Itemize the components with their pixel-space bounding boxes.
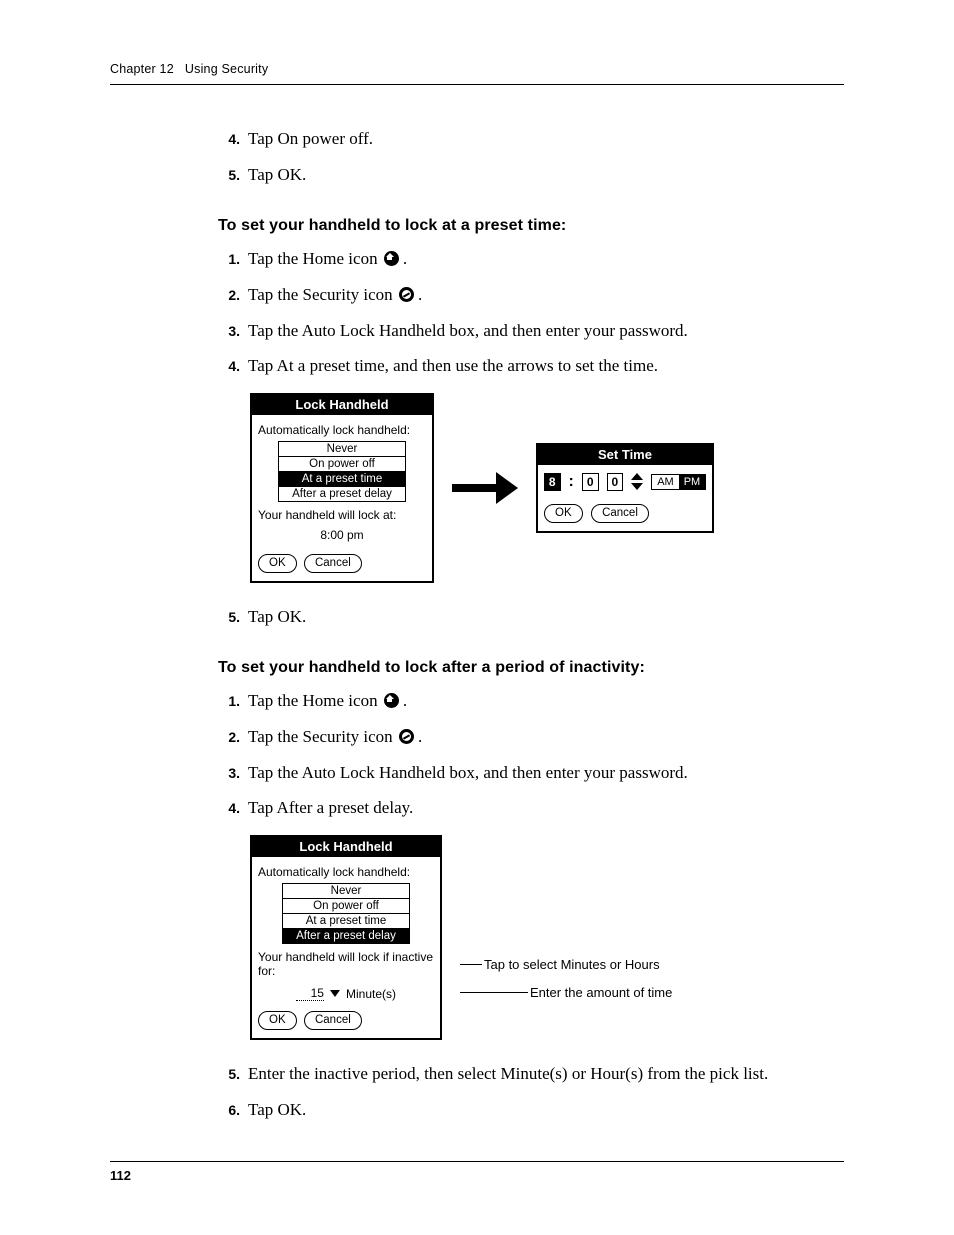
chevron-up-icon[interactable] [631, 473, 643, 480]
callout-text: Tap to select Minutes or Hours [482, 957, 660, 972]
option-preset-delay[interactable]: After a preset delay [283, 929, 409, 943]
step-number: 5. [218, 163, 240, 188]
step-item: 2. Tap the Security icon . [218, 725, 844, 750]
step-item: 3. Tap the Auto Lock Handheld box, and t… [218, 761, 844, 786]
chevron-down-icon[interactable] [330, 990, 340, 997]
step-item: 1. Tap the Home icon . [218, 689, 844, 714]
arrow-icon [452, 472, 518, 504]
section-heading: To set your handheld to lock at a preset… [218, 217, 844, 235]
chevron-down-icon[interactable] [631, 483, 643, 490]
cancel-button[interactable]: Cancel [591, 504, 649, 523]
minute-tens-field[interactable]: 0 [582, 473, 599, 491]
home-icon [384, 251, 399, 266]
ok-button[interactable]: OK [544, 504, 583, 523]
page-number: 112 [110, 1161, 844, 1183]
lock-at-label: Your handheld will lock at: [258, 508, 426, 522]
panel-label: Automatically lock handheld: [258, 865, 434, 879]
running-header: Chapter 12 Using Security [110, 62, 844, 85]
step-number: 4. [218, 354, 240, 379]
step-item: 3. Tap the Auto Lock Handheld box, and t… [218, 319, 844, 344]
step-item: 5. Tap OK. [218, 163, 844, 188]
panel-title: Lock Handheld [252, 837, 440, 857]
step-text: Enter the inactive period, then select M… [248, 1062, 844, 1087]
section-heading: To set your handheld to lock after a per… [218, 659, 844, 677]
step-text: Tap At a preset time, and then use the a… [248, 354, 844, 379]
option-poweroff[interactable]: On power off [279, 457, 405, 472]
step-item: 4. Tap After a preset delay. [218, 796, 844, 821]
option-poweroff[interactable]: On power off [283, 899, 409, 914]
pm-option[interactable]: PM [679, 475, 706, 489]
chapter-label: Chapter 12 [110, 62, 174, 76]
step-item: 4. Tap On power off. [218, 127, 844, 152]
callout-leader [460, 964, 482, 965]
ok-button[interactable]: OK [258, 1011, 297, 1030]
step-item: 5. Enter the inactive period, then selec… [218, 1062, 844, 1087]
step-number: 2. [218, 283, 240, 308]
ok-button[interactable]: OK [258, 554, 297, 573]
inactive-label: Your handheld will lock if inactive for: [258, 950, 434, 978]
step-text: Tap After a preset delay. [248, 796, 844, 821]
step-text: Tap the Home icon . [248, 689, 844, 714]
step-item: 4. Tap At a preset time, and then use th… [218, 354, 844, 379]
cancel-button[interactable]: Cancel [304, 554, 362, 573]
callout-leader [460, 992, 528, 993]
security-icon [399, 287, 414, 302]
delay-unit-picker[interactable]: Minute(s) [346, 987, 396, 1001]
step-number: 3. [218, 761, 240, 786]
option-never[interactable]: Never [283, 884, 409, 899]
step-text: Tap On power off. [248, 127, 844, 152]
step-number: 1. [218, 689, 240, 714]
step-number: 4. [218, 796, 240, 821]
step-text: Tap the Auto Lock Handheld box, and then… [248, 761, 844, 786]
callout-text: Enter the amount of time [528, 985, 672, 1000]
minute-ones-field[interactable]: 0 [607, 473, 624, 491]
step-text: Tap OK. [248, 1098, 844, 1123]
step-text: Tap OK. [248, 163, 844, 188]
option-preset-time[interactable]: At a preset time [283, 914, 409, 929]
option-never[interactable]: Never [279, 442, 405, 457]
step-number: 6. [218, 1098, 240, 1123]
set-time-panel: Set Time 8 : 0 0 AM PM OK [536, 443, 714, 533]
step-number: 5. [218, 605, 240, 630]
option-list: Never On power off At a preset time Afte… [282, 883, 410, 944]
panel-title: Lock Handheld [252, 395, 432, 415]
step-text: Tap the Auto Lock Handheld box, and then… [248, 319, 844, 344]
step-item: 1. Tap the Home icon . [218, 247, 844, 272]
figure-row: Lock Handheld Automatically lock handhel… [250, 393, 844, 583]
time-spinner[interactable] [631, 473, 643, 490]
step-item: 5. Tap OK. [218, 605, 844, 630]
step-number: 3. [218, 319, 240, 344]
cancel-button[interactable]: Cancel [304, 1011, 362, 1030]
hour-field[interactable]: 8 [544, 473, 561, 491]
option-preset-time[interactable]: At a preset time [279, 472, 405, 487]
step-item: 6. Tap OK. [218, 1098, 844, 1123]
chapter-title: Using Security [185, 62, 268, 76]
option-preset-delay[interactable]: After a preset delay [279, 487, 405, 501]
delay-value-field[interactable]: 15 [296, 986, 324, 1001]
step-item: 2. Tap the Security icon . [218, 283, 844, 308]
lock-at-time: 8:00 pm [258, 528, 426, 542]
step-text: Tap OK. [248, 605, 844, 630]
security-icon [399, 729, 414, 744]
step-number: 5. [218, 1062, 240, 1087]
panel-label: Automatically lock handheld: [258, 423, 426, 437]
step-number: 1. [218, 247, 240, 272]
figure-row: Lock Handheld Automatically lock handhel… [250, 835, 844, 1040]
step-number: 2. [218, 725, 240, 750]
time-colon: : [569, 473, 574, 491]
panel-title: Set Time [538, 445, 712, 465]
home-icon [384, 693, 399, 708]
option-list: Never On power off At a preset time Afte… [278, 441, 406, 502]
lock-handheld-panel: Lock Handheld Automatically lock handhel… [250, 835, 442, 1040]
step-text: Tap the Security icon . [248, 725, 844, 750]
am-option[interactable]: AM [652, 475, 679, 489]
step-number: 4. [218, 127, 240, 152]
lock-handheld-panel: Lock Handheld Automatically lock handhel… [250, 393, 434, 583]
step-text: Tap the Security icon . [248, 283, 844, 308]
step-text: Tap the Home icon . [248, 247, 844, 272]
ampm-toggle[interactable]: AM PM [651, 474, 706, 490]
